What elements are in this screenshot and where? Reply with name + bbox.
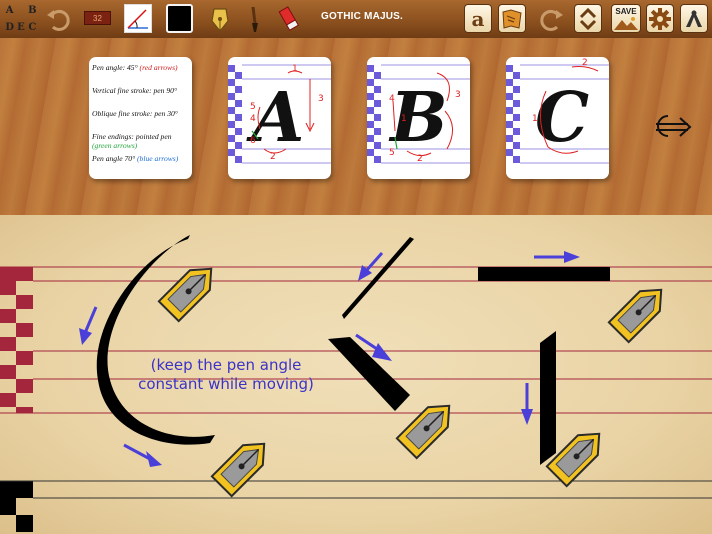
margin-checker [0, 267, 33, 413]
letter-card-c[interactable]: C 1 2 [506, 57, 609, 179]
pen-nib-icon [210, 442, 266, 498]
up-down-icon [579, 7, 597, 30]
letter-card-b[interactable]: B 1 2 3 4 5 [367, 57, 470, 179]
blue-arrows-note: (blue arrows) [137, 154, 179, 163]
instructions-card: Pen angle: 45° (red arrows) Vertical fin… [89, 57, 192, 179]
save-button[interactable]: SAVE [611, 4, 641, 33]
eraser-icon [278, 5, 300, 31]
pen-angle-icon [127, 9, 148, 29]
letter-d: D [5, 22, 14, 33]
letter-c: C [28, 22, 37, 33]
stroke-number: 1 [401, 114, 407, 124]
green-arrows-note: (green arrows) [92, 141, 138, 150]
stroke-number: 2 [582, 58, 588, 68]
card-letter-c: C [535, 78, 589, 158]
gear-icon [649, 7, 671, 30]
thick-diagonal-stroke [328, 337, 410, 411]
pen-angle-button[interactable] [124, 4, 152, 33]
fine-endings-text: Fine endings: pointed pen [92, 132, 172, 141]
brush-button[interactable] [242, 4, 266, 33]
profile-button[interactable] [680, 4, 708, 33]
undo-button[interactable] [44, 4, 72, 33]
page-title: GOTHIC MAJUS. [320, 11, 404, 22]
stroke-number: 1 [532, 114, 538, 124]
profile-icon [686, 9, 702, 27]
vertical-stroke-text: Vertical fine stroke: pen 90° [92, 86, 177, 95]
nib-button[interactable] [207, 4, 232, 33]
letter-card-a[interactable]: A 1 2 3 4 5 6 [228, 57, 331, 179]
save-icon [614, 16, 638, 30]
practice-sheet[interactable]: (keep the pen angle constant while movin… [0, 215, 712, 534]
undo-icon [47, 9, 70, 31]
horizontal-stroke [478, 267, 610, 281]
letter-e: E [17, 22, 25, 33]
stroke-number: 6 [250, 136, 256, 146]
alphabet-icon: a [471, 6, 485, 31]
redo-icon [540, 9, 563, 31]
next-arrow-icon[interactable] [648, 106, 692, 146]
letter-selector-button[interactable]: A B D E C [4, 2, 38, 36]
pen-nib-icon [395, 404, 451, 460]
stroke-number: 3 [455, 90, 461, 100]
card-letter-b: B [388, 78, 447, 158]
pen-nib-icon [607, 288, 663, 344]
book-icon [502, 8, 522, 29]
instruction-panel: Pen angle: 45° (red arrows) Vertical fin… [0, 38, 712, 215]
toolbar: A B D E C 32 GOTHIC MAJUS. a SAVE [0, 0, 712, 39]
book-button[interactable] [498, 4, 526, 33]
stroke-number: 5 [389, 148, 395, 158]
pen-nib-icon [545, 432, 601, 488]
eraser-button[interactable] [277, 4, 301, 33]
stroke-number: 5 [250, 102, 256, 112]
stroke-number: 1 [292, 64, 298, 74]
save-label: SAVE [615, 6, 637, 16]
stroke-counter: 32 [84, 11, 111, 25]
baseline-guides [0, 480, 712, 499]
stroke-number: 4 [250, 114, 256, 124]
vertical-stroke [540, 331, 556, 465]
instruction-hint: (keep the pen angle constant while movin… [138, 356, 314, 393]
up-down-button[interactable] [574, 4, 602, 33]
red-arrows-note: (red arrows) [139, 63, 178, 72]
margin-checker-black [0, 481, 33, 532]
stroke-number: 4 [389, 94, 395, 104]
fine-diagonal-stroke [342, 237, 414, 319]
stroke-number: 3 [318, 94, 324, 104]
redo-button[interactable] [538, 4, 566, 33]
nib-icon [210, 7, 229, 32]
brush-icon [251, 6, 258, 32]
oblique-stroke-text: Oblique fine stroke: pen 30° [92, 109, 178, 118]
stroke-number: 2 [270, 152, 276, 162]
color-swatch-button[interactable] [166, 4, 193, 33]
alphabet-button[interactable]: a [464, 4, 492, 33]
pen-angle-text: Pen angle: 45° [92, 63, 138, 72]
pen-angle-70-text: Pen angle 70° [92, 154, 136, 163]
pen-nib-icon [157, 267, 213, 323]
settings-button[interactable] [646, 4, 674, 33]
letter-b: B [28, 5, 37, 16]
stroke-number: 2 [417, 154, 423, 164]
letter-a: A [5, 5, 14, 16]
